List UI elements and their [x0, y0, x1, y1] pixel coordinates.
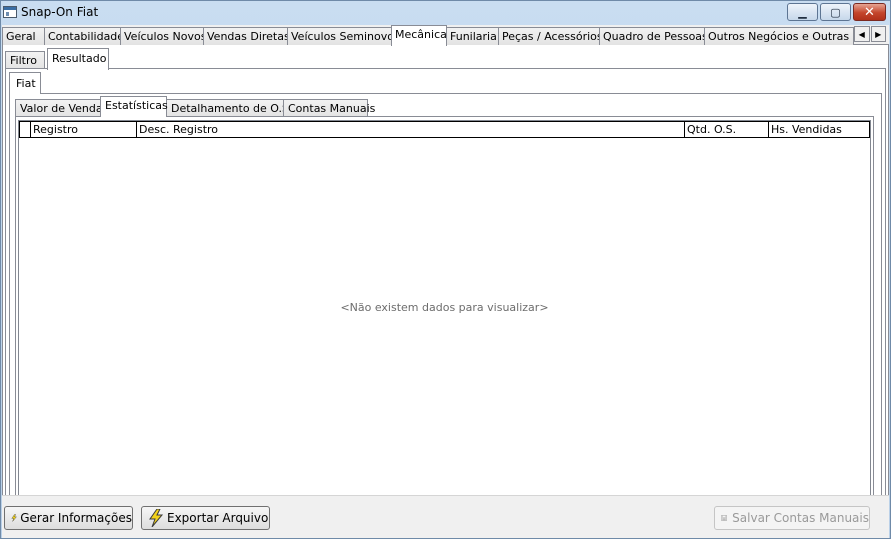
close-icon: ✕	[864, 4, 875, 20]
empty-grid-message: <Não existem dados para visualizar>	[340, 301, 549, 314]
tab-quadro-de-pessoas[interactable]: Quadro de Pessoas	[599, 27, 705, 45]
column-header-hs-vendidas[interactable]: Hs. Vendidas	[769, 122, 869, 137]
tab-mecanica[interactable]: Mecânica	[391, 25, 447, 46]
chevron-right-icon: ▶	[875, 29, 882, 39]
lightning-icon	[11, 514, 17, 522]
window-title: Snap-On Fiat	[21, 5, 99, 19]
tab-contas-manuais[interactable]: Contas Manuais	[283, 99, 375, 117]
gerar-informacoes-button[interactable]: Gerar Informações	[4, 506, 133, 530]
exportar-arquivo-label: Exportar Arquivo	[167, 511, 269, 525]
main-tab-strip: Geral Contabilidade Veículos Novos Venda…	[2, 25, 889, 46]
estatisticas-page: Registro Desc. Registro Qtd. O.S. Hs. Ve…	[15, 116, 874, 507]
column-header-registro[interactable]: Registro	[31, 122, 137, 137]
tab-valor-de-vendas[interactable]: Valor de Vendas	[15, 99, 108, 117]
close-button[interactable]: ✕	[853, 3, 886, 21]
column-header-desc-registro[interactable]: Desc. Registro	[137, 122, 685, 137]
app-window: Snap-On Fiat ▁ ▢ ✕ Geral Contabilidade V…	[0, 0, 891, 539]
maximize-button[interactable]: ▢	[820, 3, 851, 21]
chevron-left-icon: ◀	[858, 29, 865, 39]
minimize-button[interactable]: ▁	[787, 3, 818, 21]
exportar-arquivo-button[interactable]: Exportar Arquivo	[141, 506, 270, 530]
tab-veiculos-seminovos[interactable]: Veículos Seminovos	[287, 27, 392, 45]
tab-pecas-acessorios[interactable]: Peças / Acessórios	[498, 27, 600, 45]
resultado-page: Fiat Valor de Vendas Estatísticas Detalh…	[5, 68, 886, 515]
client-area: Geral Contabilidade Veículos Novos Venda…	[2, 25, 889, 538]
title-bar[interactable]: Snap-On Fiat ▁ ▢ ✕	[1, 1, 890, 25]
tab-contabilidade[interactable]: Contabilidade	[44, 27, 121, 45]
tab-scroll-left-button[interactable]: ◀	[854, 26, 870, 42]
tab-veiculos-novos[interactable]: Veículos Novos	[120, 27, 204, 45]
tab-vendas-diretas[interactable]: Vendas Diretas	[203, 27, 288, 45]
app-icon	[3, 6, 17, 18]
mecanica-page: Filtro Resultado Fiat Valor de Vendas Es…	[2, 45, 889, 519]
view-tab-strip: Filtro Resultado	[5, 47, 885, 70]
tab-filtro[interactable]: Filtro	[5, 51, 45, 69]
tab-geral[interactable]: Geral	[2, 27, 45, 45]
tab-resultado[interactable]: Resultado	[47, 48, 109, 70]
tab-estatisticas[interactable]: Estatísticas	[100, 96, 168, 117]
grid-header: Registro Desc. Registro Qtd. O.S. Hs. Ve…	[19, 121, 870, 138]
tab-outros-negocios[interactable]: Outros Negócios e Outras Mar	[704, 27, 854, 45]
lightning-icon	[149, 509, 164, 527]
column-header-qtd-os[interactable]: Qtd. O.S.	[685, 122, 769, 137]
tab-funilaria[interactable]: Funilaria	[446, 27, 499, 45]
row-indicator-header	[20, 122, 31, 137]
salvar-contas-manuais-button[interactable]: Salvar Contas Manuais	[714, 506, 870, 530]
salvar-contas-manuais-label: Salvar Contas Manuais	[732, 511, 869, 525]
tab-scroll-right-button[interactable]: ▶	[870, 26, 886, 42]
tab-detalhamento-os[interactable]: Detalhamento de O.S.	[166, 99, 293, 117]
gerar-informacoes-label: Gerar Informações	[20, 511, 132, 525]
fiat-page: Valor de Vendas Estatísticas Detalhament…	[9, 93, 882, 511]
tab-scroll-arrows: ◀ ▶	[854, 26, 887, 43]
statistics-grid[interactable]: Registro Desc. Registro Qtd. O.S. Hs. Ve…	[18, 120, 871, 502]
maximize-icon: ▢	[830, 5, 841, 19]
floppy-disk-icon	[721, 515, 727, 521]
minimize-icon: ▁	[798, 5, 807, 19]
action-bar: Gerar Informações Exportar Arquivo Salva…	[2, 495, 889, 538]
tab-fiat[interactable]: Fiat	[9, 72, 41, 94]
report-tab-strip: Valor de Vendas Estatísticas Detalhament…	[15, 96, 875, 117]
